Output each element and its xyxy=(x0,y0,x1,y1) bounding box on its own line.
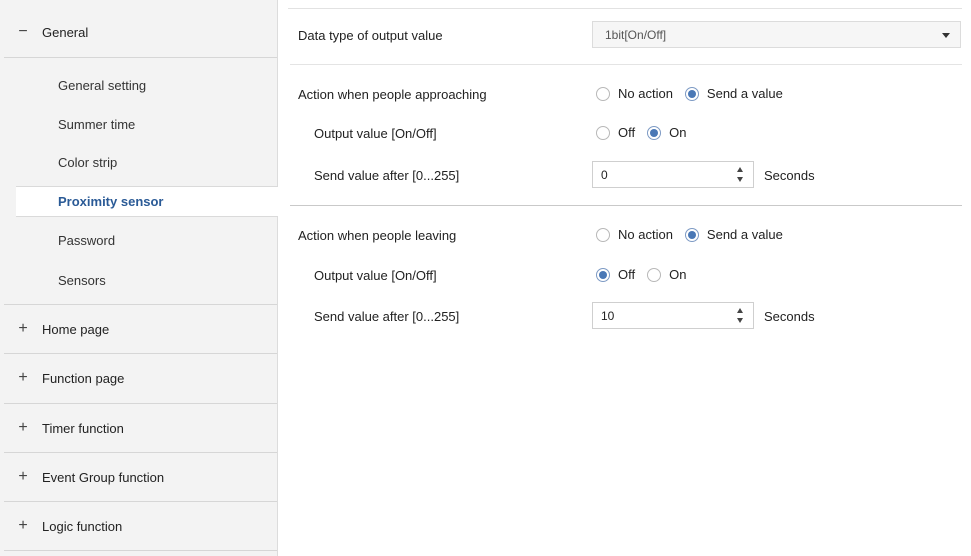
leave-send-stepper[interactable]: 10 xyxy=(592,302,754,329)
radio-label: No action xyxy=(618,86,673,101)
sidebar-item-password[interactable]: Password xyxy=(58,233,115,248)
divider xyxy=(290,64,962,65)
section-event-group-function[interactable]: + Event Group function xyxy=(4,460,277,494)
section-label: Logic function xyxy=(42,518,123,534)
radio-on[interactable]: On xyxy=(647,125,686,140)
sidebar-item-proximity-sensor[interactable]: Proximity sensor xyxy=(16,186,278,217)
section-label: Timer function xyxy=(42,420,124,436)
section-logic-function[interactable]: + Logic function xyxy=(4,509,277,543)
expand-icon: + xyxy=(18,419,28,436)
radio-label: Send a value xyxy=(706,86,783,101)
collapse-icon: − xyxy=(18,23,28,40)
expand-icon: + xyxy=(18,517,28,534)
radio-circle xyxy=(596,227,610,242)
leave-action-radio-group: No action Send a value xyxy=(596,227,795,242)
section-function-page[interactable]: + Function page xyxy=(4,361,277,395)
radio-label: Off xyxy=(618,267,636,282)
seconds-unit-label: Seconds xyxy=(764,168,815,183)
section-timer-function[interactable]: + Timer function xyxy=(4,411,277,445)
radio-off[interactable]: Off xyxy=(596,267,635,282)
sidebar-item-label: Proximity sensor xyxy=(58,194,164,209)
radio-circle-checked xyxy=(684,227,699,242)
section-label: Event Group function xyxy=(42,469,165,485)
leave-action-label: Action when people leaving xyxy=(298,228,457,243)
expand-icon: + xyxy=(18,320,28,337)
radio-circle-checked xyxy=(596,267,610,282)
section-label: General xyxy=(42,24,89,40)
data-type-value: 1bit[On/Off] xyxy=(605,27,667,42)
data-type-label: Data type of output value xyxy=(298,28,443,43)
spin-down-icon[interactable] xyxy=(737,177,743,182)
divider xyxy=(4,550,277,551)
section-general[interactable]: − General xyxy=(4,16,277,48)
approach-action-radio-group: No action Send a value xyxy=(596,86,795,101)
divider xyxy=(290,205,962,206)
spin-arrows[interactable] xyxy=(737,308,745,324)
divider xyxy=(4,304,277,305)
radio-label: Send a value xyxy=(706,227,783,242)
spin-up-icon[interactable] xyxy=(737,308,743,313)
divider xyxy=(4,452,277,453)
radio-off[interactable]: Off xyxy=(596,125,635,140)
stepper-value: 10 xyxy=(601,308,615,323)
radio-circle-checked xyxy=(647,125,662,140)
radio-send-value[interactable]: Send a value xyxy=(684,86,783,101)
divider xyxy=(288,8,962,9)
radio-label: On xyxy=(669,267,687,282)
stepper-value: 0 xyxy=(601,167,608,182)
seconds-unit-label: Seconds xyxy=(764,309,815,324)
sidebar-item-summer-time[interactable]: Summer time xyxy=(58,117,135,132)
radio-label: On xyxy=(669,125,687,140)
radio-circle xyxy=(596,125,610,140)
spin-arrows[interactable] xyxy=(737,167,745,183)
radio-circle xyxy=(647,267,662,282)
divider xyxy=(4,57,277,58)
spin-up-icon[interactable] xyxy=(737,167,743,172)
section-label: Home page xyxy=(42,321,110,337)
leave-output-radio-group: Off On xyxy=(596,267,698,282)
data-type-select[interactable]: 1bit[On/Off] xyxy=(592,21,961,48)
expand-icon: + xyxy=(18,369,28,386)
radio-no-action[interactable]: No action xyxy=(596,86,673,101)
parameter-panel: Data type of output value 1bit[On/Off] A… xyxy=(278,0,971,556)
divider xyxy=(4,403,277,404)
sidebar-item-general-setting[interactable]: General setting xyxy=(58,78,146,93)
leave-output-label: Output value [On/Off] xyxy=(314,268,437,283)
sidebar-item-sensors[interactable]: Sensors xyxy=(58,273,106,288)
chevron-down-icon xyxy=(942,33,950,38)
radio-circle xyxy=(596,86,610,101)
approach-output-radio-group: Off On xyxy=(596,125,698,140)
divider xyxy=(4,501,277,502)
radio-label: No action xyxy=(618,227,673,242)
divider xyxy=(4,353,277,354)
leave-send-label: Send value after [0...255] xyxy=(314,309,460,324)
radio-on[interactable]: On xyxy=(647,267,686,282)
sidebar: − General General setting Summer time Co… xyxy=(0,0,278,556)
approach-action-label: Action when people approaching xyxy=(298,87,487,102)
approach-send-label: Send value after [0...255] xyxy=(314,168,460,183)
sidebar-item-color-strip[interactable]: Color strip xyxy=(58,155,117,170)
radio-send-value[interactable]: Send a value xyxy=(684,227,783,242)
spin-down-icon[interactable] xyxy=(737,318,743,323)
approach-output-label: Output value [On/Off] xyxy=(314,126,437,141)
radio-circle-checked xyxy=(684,86,699,101)
radio-label: Off xyxy=(618,125,636,140)
section-home-page[interactable]: + Home page xyxy=(4,312,277,346)
radio-no-action[interactable]: No action xyxy=(596,227,673,242)
approach-send-stepper[interactable]: 0 xyxy=(592,161,754,188)
section-label: Function page xyxy=(42,370,125,386)
expand-icon: + xyxy=(18,468,28,485)
